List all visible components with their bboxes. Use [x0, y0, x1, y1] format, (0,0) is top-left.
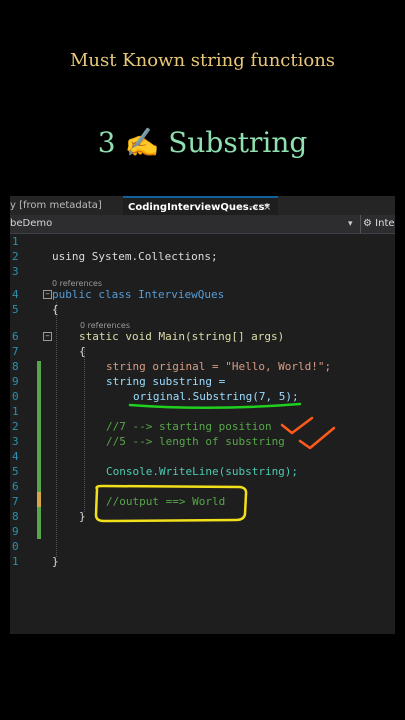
checkmark-icon [280, 416, 314, 435]
handwritten-annotations [94, 402, 336, 523]
underline-annotation [128, 402, 302, 410]
output-highlight-box [94, 484, 248, 523]
checkmark-icon [298, 426, 336, 450]
